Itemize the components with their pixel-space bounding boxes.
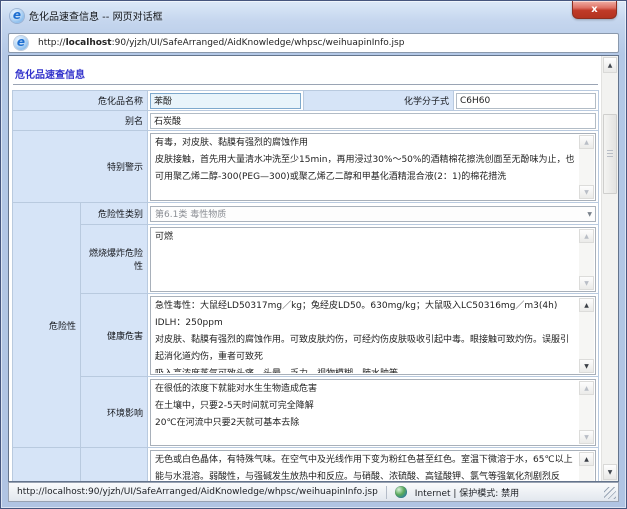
status-zone-text: Internet | 保护模式: 禁用 (415, 486, 519, 499)
ie-icon: e (10, 9, 24, 23)
hazard-category-label: 危险性类别 (81, 203, 148, 225)
chemical-name-label: 危化品名称 (13, 91, 148, 111)
scrollbar-grip (607, 150, 613, 158)
row-hazard-category: 危险性 危险性类别 第6.1类 毒性物质 ▼ (13, 203, 599, 225)
formula-input[interactable] (456, 93, 596, 109)
hazard-group-label: 危险性 (13, 203, 81, 448)
health-hazard-textarea[interactable]: 急性毒性：大鼠经LD50317mg／kg；兔经皮LD50。630mg/kg；大鼠… (150, 296, 596, 375)
hazard-category-value: 第6.1类 毒性物质 (155, 207, 226, 220)
scroll-up-icon[interactable]: ▲ (579, 381, 594, 395)
special-warning-textarea[interactable]: 有毒，对皮肤、黏膜有强烈的腐蚀作用 皮肤接触，首先用大量清水冲洗至少15min，… (150, 133, 596, 201)
internet-globe-icon (395, 486, 407, 498)
physchem-text: 无色或白色晶体，有特殊气味。在空气中及光线作用下变为粉红色甚至红色。室温下微溶于… (155, 452, 577, 482)
physchem-group-cell (13, 448, 81, 482)
environment-text: 在很低的浓度下就能对水生生物造成危害 在土壤中，只要2-5天时间就可完全降解 2… (155, 381, 577, 444)
section-header: 危化品速查信息 (13, 61, 598, 85)
dialog-window: e 危化品速查信息 -- 网页对话框 x e http://localhost:… (0, 0, 627, 509)
textarea-scrollbar[interactable]: ▲ ▼ (579, 298, 594, 373)
close-button[interactable]: x (572, 1, 617, 19)
address-bar: e http://localhost:90/yjzh/UI/SafeArrang… (1, 30, 626, 55)
address-url: http://localhost:90/yjzh/UI/SafeArranged… (38, 38, 404, 48)
textarea-scrollbar[interactable]: ▲ ▼ (579, 452, 594, 482)
scrollbar-up-icon[interactable]: ▲ (603, 57, 617, 73)
status-url: http://localhost:90/yjzh/UI/SafeArranged… (17, 487, 378, 497)
scroll-down-icon[interactable]: ▼ (579, 359, 594, 373)
row-fire-explosion: 燃烧爆炸危险性 可燃 ▲ ▼ (13, 225, 599, 294)
scroll-down-icon[interactable]: ▼ (579, 276, 594, 290)
window-title: 危化品速查信息 -- 网页对话框 (29, 8, 163, 23)
address-field[interactable]: e http://localhost:90/yjzh/UI/SafeArrang… (8, 33, 619, 53)
chemical-name-input[interactable] (150, 93, 301, 109)
textarea-scrollbar[interactable]: ▲ ▼ (579, 135, 594, 199)
chemical-info-table: 危化品名称 化学分子式 别名 特别警示 有毒，对皮肤、黏膜有强烈的腐蚀作用 皮肤… (12, 90, 599, 481)
scroll-up-icon[interactable]: ▲ (579, 135, 594, 149)
page-ie-icon: e (14, 36, 28, 50)
row-name-formula: 危化品名称 化学分子式 (13, 91, 599, 111)
formula-label: 化学分子式 (304, 91, 454, 111)
title-bar[interactable]: e 危化品速查信息 -- 网页对话框 x (1, 1, 626, 30)
scroll-down-icon[interactable]: ▼ (579, 185, 594, 199)
dialog-content: 危化品速查信息 危化品名称 化学分子式 别名 特别警示 (8, 55, 619, 482)
fire-explosion-textarea[interactable]: 可燃 ▲ ▼ (150, 227, 596, 292)
physchem-label: 理化特性 (81, 448, 148, 482)
scroll-up-icon[interactable]: ▲ (579, 229, 594, 243)
dropdown-arrow-icon[interactable]: ▼ (587, 211, 592, 218)
scroll-up-icon[interactable]: ▲ (579, 298, 594, 312)
row-alias: 别名 (13, 111, 599, 131)
scrollbar-thumb[interactable] (603, 114, 617, 194)
alias-input[interactable] (150, 113, 596, 129)
row-special-warning: 特别警示 有毒，对皮肤、黏膜有强烈的腐蚀作用 皮肤接触，首先用大量清水冲洗至少1… (13, 131, 599, 203)
textarea-scrollbar[interactable]: ▲ ▼ (579, 229, 594, 290)
fire-explosion-text: 可燃 (155, 229, 577, 290)
status-bar: http://localhost:90/yjzh/UI/SafeArranged… (8, 482, 619, 502)
fire-explosion-label: 燃烧爆炸危险性 (81, 225, 148, 294)
resize-grip[interactable] (604, 487, 616, 499)
special-warning-text: 有毒，对皮肤、黏膜有强烈的腐蚀作用 皮肤接触，首先用大量清水冲洗至少15min，… (155, 135, 577, 199)
form-page: 危化品速查信息 危化品名称 化学分子式 别名 特别警示 (9, 56, 601, 481)
special-warning-label: 特别警示 (13, 131, 148, 203)
physchem-textarea[interactable]: 无色或白色晶体，有特殊气味。在空气中及光线作用下变为粉红色甚至红色。室温下微溶于… (150, 450, 596, 482)
row-environment: 环境影响 在很低的浓度下就能对水生生物造成危害 在土壤中，只要2-5天时间就可完… (13, 377, 599, 448)
status-separator (386, 486, 387, 499)
scroll-up-icon[interactable]: ▲ (579, 452, 594, 466)
hazard-category-select[interactable]: 第6.1类 毒性物质 ▼ (150, 206, 596, 222)
alias-label: 别名 (13, 111, 148, 131)
page-scrollbar[interactable]: ▲ ▼ (601, 56, 618, 481)
health-hazard-text: 急性毒性：大鼠经LD50317mg／kg；兔经皮LD50。630mg/kg；大鼠… (155, 298, 577, 373)
environment-textarea[interactable]: 在很低的浓度下就能对水生生物造成危害 在土壤中，只要2-5天时间就可完全降解 2… (150, 379, 596, 446)
section-title: 危化品速查信息 (15, 70, 85, 81)
textarea-scrollbar[interactable]: ▲ ▼ (579, 381, 594, 444)
environment-label: 环境影响 (81, 377, 148, 448)
health-hazard-label: 健康危害 (81, 294, 148, 377)
scrollbar-down-icon[interactable]: ▼ (603, 464, 617, 480)
row-health-hazard: 健康危害 急性毒性：大鼠经LD50317mg／kg；兔经皮LD50。630mg/… (13, 294, 599, 377)
row-physchem: 理化特性 无色或白色晶体，有特殊气味。在空气中及光线作用下变为粉红色甚至红色。室… (13, 448, 599, 482)
scroll-down-icon[interactable]: ▼ (579, 430, 594, 444)
